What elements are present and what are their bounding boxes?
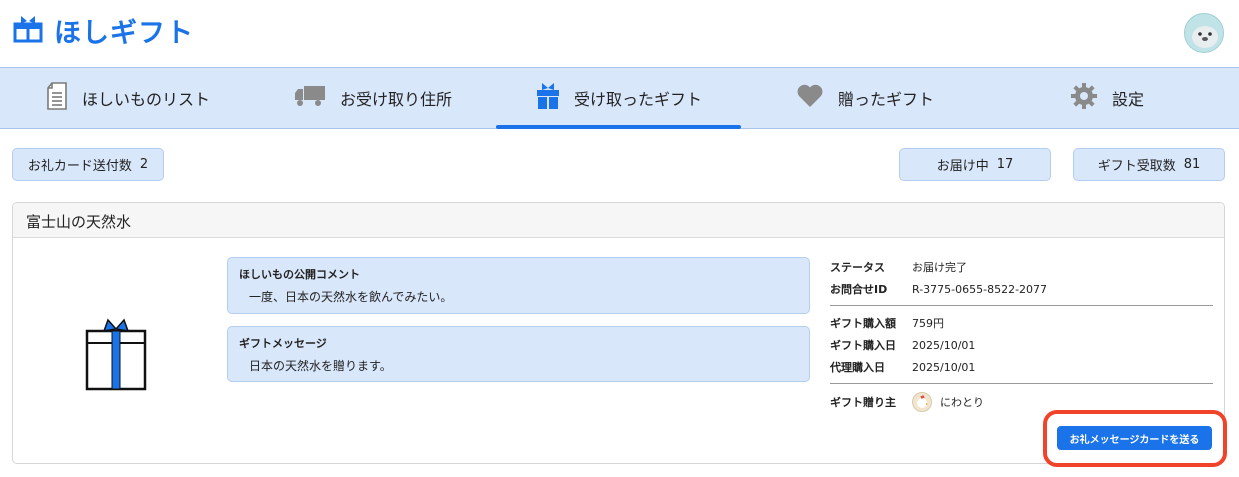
gift-message-title: ギフトメッセージ — [239, 337, 327, 350]
tab-label: 受け取ったギフト — [574, 90, 703, 109]
send-thanks-card-button[interactable]: お礼メッセージカードを送る — [1057, 426, 1212, 450]
sender-value: にわとり — [940, 396, 984, 409]
tab-label: ほしいものリスト — [82, 90, 211, 109]
main-nav: ほしいものリスト お受け取り住所 受け取ったギフト 贈ったギフト 設定 — [0, 67, 1239, 129]
app-header: ほしギフト — [0, 0, 1239, 67]
sender-label: ギフト贈り主 — [830, 396, 896, 409]
inquiry-label: お問合せID — [830, 283, 888, 296]
sender-row: ギフト贈り主 にわとり — [830, 391, 984, 413]
app-logo[interactable]: ほしギフト — [12, 12, 194, 49]
tab-address[interactable]: お受け取り住所 — [294, 68, 452, 128]
purchase-date-value: 2025/10/01 — [912, 338, 976, 352]
gift-image-icon — [84, 317, 148, 395]
price-row: ギフト購入額 759円 — [830, 314, 944, 332]
status-label: ステータス — [830, 261, 885, 274]
purchase-date-row: ギフト購入日 2025/10/01 — [830, 336, 975, 354]
truck-icon — [294, 85, 326, 111]
tab-received-gifts[interactable]: 受け取ったギフト — [536, 68, 702, 128]
heart-icon — [796, 84, 824, 112]
thanks-card-count-chip[interactable]: お礼カード送付数 2 — [12, 148, 164, 181]
price-label: ギフト購入額 — [830, 317, 896, 330]
gift-logo-icon — [12, 13, 44, 47]
chip-count: 17 — [996, 157, 1014, 172]
status-value: お届け完了 — [912, 261, 967, 274]
proxy-date-row: 代理購入日 2025/10/01 — [830, 358, 975, 376]
active-tab-indicator — [496, 125, 741, 129]
public-comment-text: 一度、日本の天然水を飲んでみたい。 — [249, 290, 453, 304]
sender-avatar — [912, 392, 932, 412]
proxy-date-label: 代理購入日 — [830, 361, 885, 374]
status-row: ステータス お届け完了 — [830, 258, 967, 276]
inquiry-value: R-3775-0655-8522-2077 — [912, 282, 1048, 296]
gift-message-bubble: ギフトメッセージ 日本の天然水を贈ります。 — [227, 326, 810, 382]
tab-label: お受け取り住所 — [340, 90, 453, 109]
chip-count: 81 — [1183, 157, 1201, 172]
info-divider — [830, 383, 1213, 384]
inquiry-row: お問合せID R-3775-0655-8522-2077 — [830, 280, 1047, 298]
app-title: ほしギフト — [54, 17, 194, 49]
chip-count: 2 — [139, 157, 149, 172]
chip-label: ギフト受取数 — [1097, 159, 1176, 174]
tab-label: 贈ったギフト — [838, 90, 935, 109]
gift-title: 富士山の天然水 — [26, 213, 132, 231]
purchase-date-label: ギフト購入日 — [830, 339, 896, 352]
info-divider — [830, 305, 1213, 306]
proxy-date-value: 2025/10/01 — [912, 360, 976, 374]
document-icon — [46, 82, 68, 114]
tab-sent-gifts[interactable]: 贈ったギフト — [796, 68, 934, 128]
tab-label: 設定 — [1112, 90, 1145, 109]
public-comment-bubble: ほしいもの公開コメント 一度、日本の天然水を飲んでみたい。 — [227, 257, 810, 314]
chip-label: お礼カード送付数 — [27, 159, 132, 174]
public-comment-title: ほしいもの公開コメント — [239, 268, 360, 281]
gear-icon — [1070, 82, 1098, 114]
received-count-chip[interactable]: ギフト受取数 81 — [1073, 148, 1225, 181]
tab-settings[interactable]: 設定 — [1070, 68, 1144, 128]
chip-label: お届け中 — [936, 159, 989, 174]
price-value: 759円 — [912, 317, 944, 330]
gift-message-text: 日本の天然水を贈ります。 — [249, 359, 392, 373]
user-avatar[interactable] — [1184, 13, 1224, 53]
tab-wishlist[interactable]: ほしいものリスト — [46, 68, 210, 128]
gift-icon — [536, 82, 560, 114]
in-delivery-count-chip[interactable]: お届け中 17 — [899, 148, 1051, 181]
